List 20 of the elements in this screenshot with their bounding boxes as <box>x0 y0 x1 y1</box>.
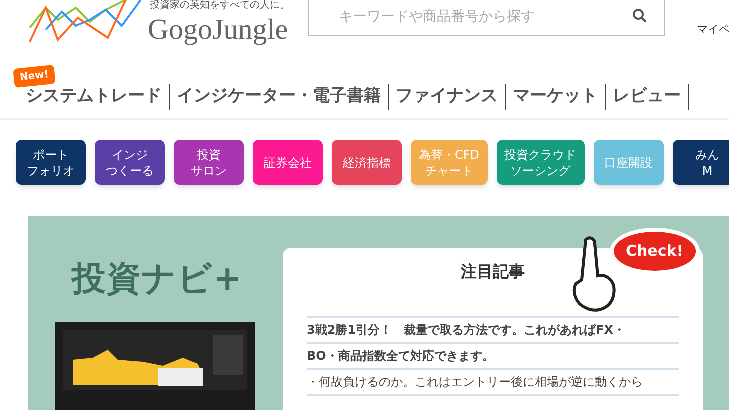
search-field[interactable]: キーワードや商品番号から探す <box>308 0 665 36</box>
logo-chart-icon[interactable] <box>26 0 141 44</box>
nav-tab[interactable]: ファイナンス <box>396 84 498 110</box>
category-button[interactable]: ポート フォリオ <box>16 140 86 185</box>
category-button[interactable]: みん M <box>672 140 729 185</box>
nav-tab[interactable]: レビュー <box>613 84 681 110</box>
article-text[interactable]: BO・商品指数全て対応できます。 <box>307 344 679 370</box>
article-text[interactable]: 3戦2勝1引分！ 裁量で取る方法です。これがあればFX・ <box>307 318 679 344</box>
search-icon[interactable] <box>632 8 648 24</box>
category-button[interactable]: 経済指標 <box>332 140 402 185</box>
new-badge: New! <box>13 64 56 88</box>
nav-tab[interactable]: マーケット <box>513 84 598 110</box>
banner-title: 投資ナビ+ <box>72 258 243 301</box>
category-button[interactable]: 投資 サロン <box>174 140 244 185</box>
category-button[interactable]: インジ つくーる <box>95 140 165 185</box>
featured-heading: 注目記事 <box>460 261 526 283</box>
logo-text[interactable]: GogoJungle <box>148 12 288 48</box>
nav-tab[interactable]: インジケーター・電子書籍 <box>177 84 381 110</box>
category-button[interactable]: 証券会社 <box>253 140 323 185</box>
article-text[interactable]: ・何故負けるのか。これはエントリー後に相場が逆に動くから <box>307 370 679 396</box>
